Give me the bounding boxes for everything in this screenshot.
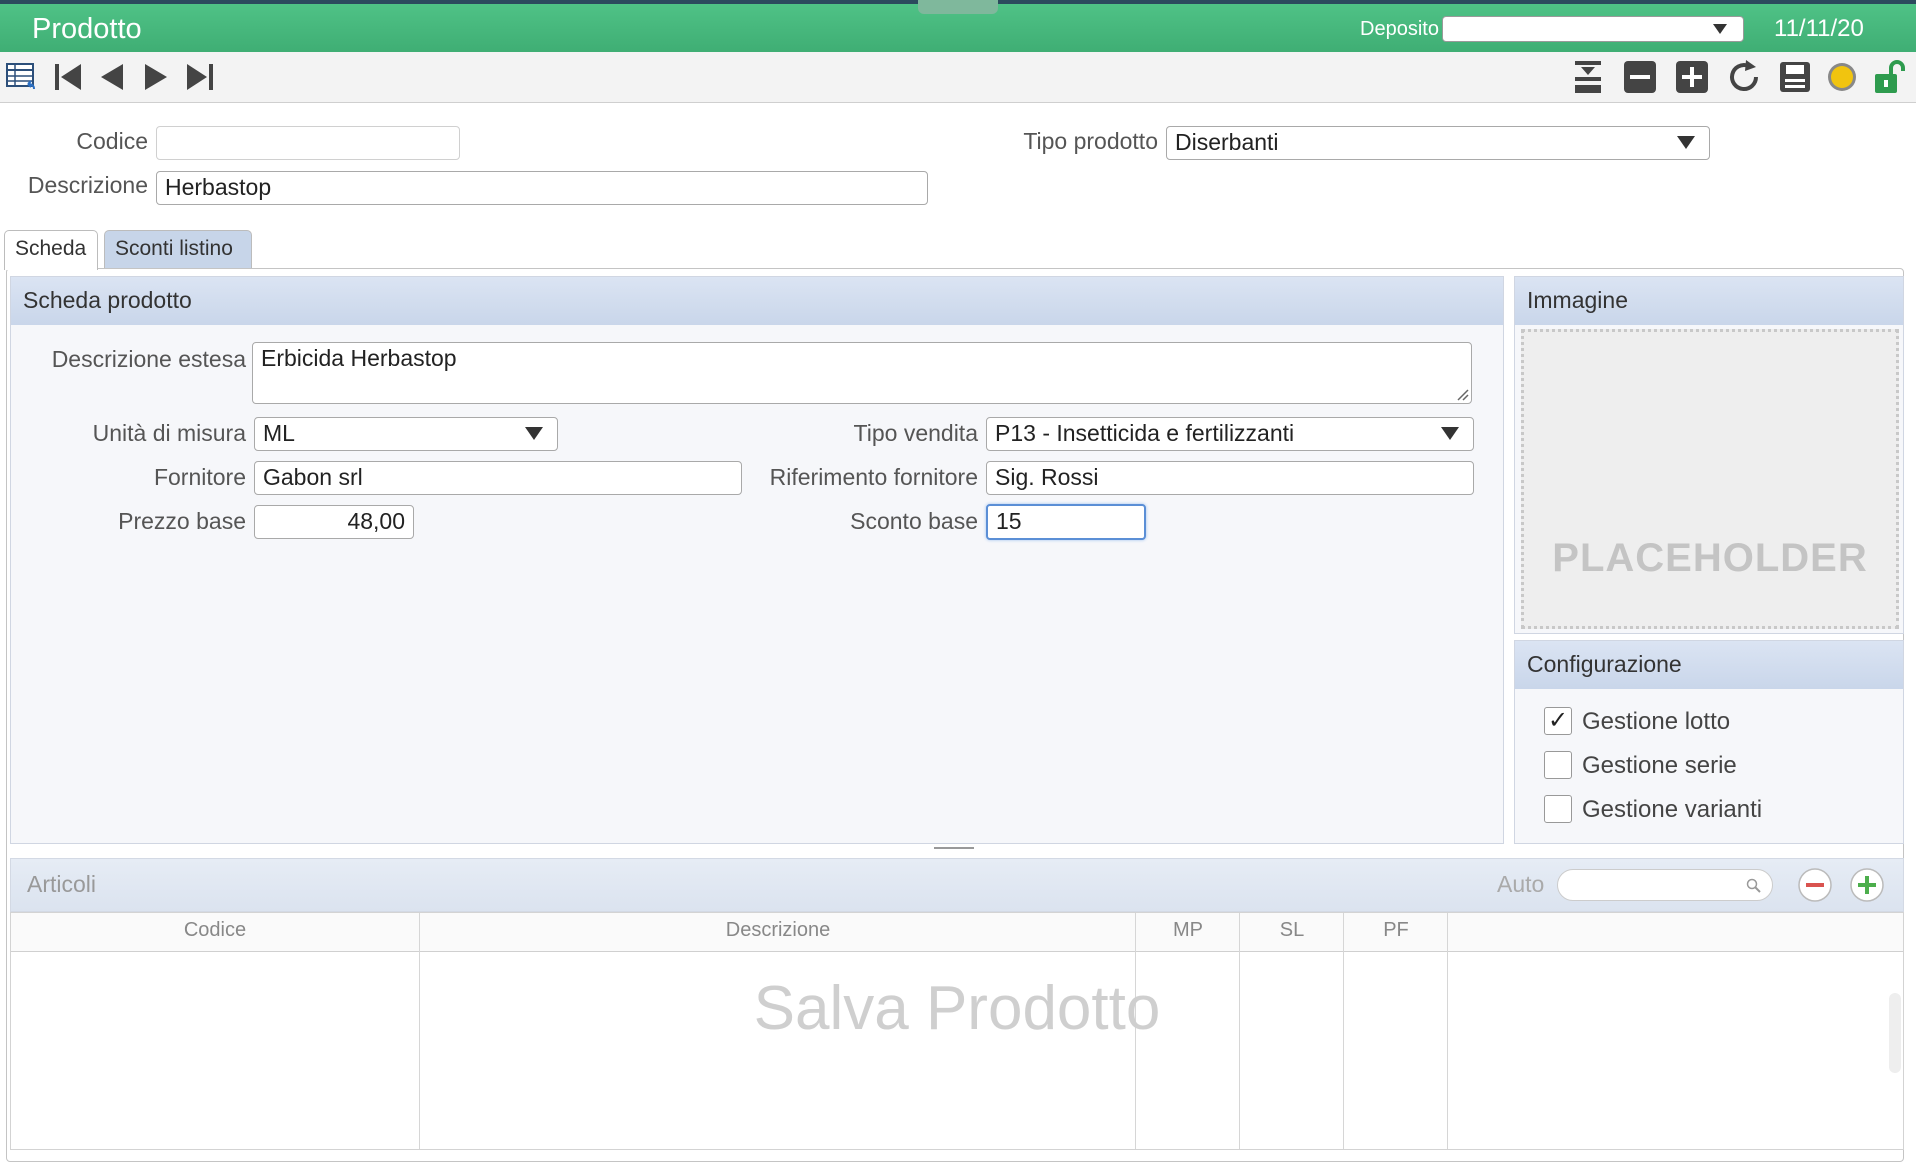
codice-input[interactable]	[156, 126, 460, 160]
gestione-varianti-label: Gestione varianti	[1582, 796, 1763, 823]
tab-sconti-listino[interactable]: Sconti listino	[104, 230, 252, 268]
chevron-down-icon	[525, 427, 543, 440]
import-icon[interactable]	[1568, 58, 1608, 96]
add-row-icon[interactable]	[1849, 867, 1885, 903]
descrizione-label: Descrizione	[27, 172, 148, 198]
search-icon	[1746, 878, 1761, 893]
resize-handle-icon[interactable]	[1455, 387, 1469, 401]
scheda-prodotto-title: Scheda prodotto	[11, 277, 1503, 325]
add-icon[interactable]	[1672, 58, 1712, 96]
descrizione-estesa-label: Descrizione estesa	[51, 346, 246, 372]
record-toolbar	[0, 52, 1916, 103]
immagine-panel: Immagine PLACEHOLDER	[1514, 276, 1904, 634]
drag-handle[interactable]	[918, 0, 998, 14]
column-sl[interactable]: SL	[1241, 919, 1343, 942]
gestione-lotto-checkbox[interactable]: ✓	[1544, 707, 1572, 735]
column-codice[interactable]: Codice	[11, 919, 419, 942]
page-title: Prodotto	[32, 13, 142, 45]
gestione-lotto-label: Gestione lotto	[1582, 708, 1731, 735]
fornitore-input[interactable]: Gabon srl	[254, 461, 742, 495]
tipo-prodotto-value: Diserbanti	[1175, 129, 1279, 155]
image-placeholder[interactable]: PLACEHOLDER	[1521, 329, 1899, 629]
unita-misura-label: Unità di misura	[92, 420, 246, 446]
deposito-label: Deposito	[1360, 18, 1439, 40]
tab-scheda[interactable]: Scheda	[4, 230, 98, 270]
configurazione-title: Configurazione	[1515, 641, 1903, 689]
codice-label: Codice	[76, 128, 148, 154]
tipo-vendita-select[interactable]: P13 - Insetticida e fertilizzanti	[986, 417, 1474, 451]
fornitore-label: Fornitore	[153, 464, 246, 490]
delete-icon[interactable]	[1620, 58, 1660, 96]
unita-misura-value: ML	[263, 420, 295, 446]
articoli-grid: Codice Descrizione MP SL PF Salva Prodot…	[10, 912, 1904, 1150]
grid-list-icon[interactable]	[2, 58, 42, 96]
riferimento-fornitore-label: Riferimento fornitore	[769, 464, 978, 490]
articoli-search-input[interactable]	[1557, 869, 1773, 901]
lock-open-icon[interactable]	[1868, 58, 1908, 96]
gestione-varianti-checkbox[interactable]	[1544, 795, 1572, 823]
descrizione-input[interactable]: Herbastop	[156, 171, 928, 205]
status-dot-icon	[1822, 58, 1862, 96]
riferimento-fornitore-input[interactable]: Sig. Rossi	[986, 461, 1474, 495]
tipo-vendita-label: Tipo vendita	[853, 420, 978, 446]
column-pf[interactable]: PF	[1345, 919, 1447, 942]
next-record-icon[interactable]	[136, 58, 176, 96]
column-descrizione[interactable]: Descrizione	[421, 919, 1135, 942]
remove-row-icon[interactable]	[1797, 867, 1833, 903]
first-record-icon[interactable]	[48, 58, 88, 96]
deposito-select[interactable]	[1442, 16, 1744, 42]
chevron-down-icon	[1677, 136, 1695, 149]
gestione-serie-checkbox[interactable]	[1544, 751, 1572, 779]
immagine-title: Immagine	[1515, 277, 1903, 325]
auto-label: Auto	[1497, 871, 1545, 897]
last-record-icon[interactable]	[180, 58, 220, 96]
tipo-vendita-value: P13 - Insetticida e fertilizzanti	[995, 420, 1295, 446]
tipo-prodotto-label: Tipo prodotto	[1023, 128, 1158, 154]
grid-scrollbar[interactable]	[1889, 993, 1901, 1073]
placeholder-text: PLACEHOLDER	[1552, 536, 1868, 580]
app-header: Prodotto Deposito 11/11/20	[0, 0, 1916, 52]
chevron-down-icon	[1713, 24, 1727, 34]
descrizione-estesa-value: Erbicida Herbastop	[261, 345, 457, 371]
articoli-title: Articoli	[27, 871, 97, 897]
refresh-icon[interactable]	[1724, 58, 1764, 96]
chevron-down-icon	[1441, 427, 1459, 440]
tipo-prodotto-select[interactable]: Diserbanti	[1166, 126, 1710, 160]
save-icon[interactable]	[1775, 58, 1815, 96]
articoli-header: Articoli Auto	[10, 858, 1904, 912]
sconto-base-input[interactable]: 15	[986, 504, 1146, 540]
unita-misura-select[interactable]: ML	[254, 417, 558, 451]
empty-grid-message: Salva Prodotto	[753, 974, 1161, 1043]
previous-record-icon[interactable]	[92, 58, 132, 96]
descrizione-estesa-textarea[interactable]: Erbicida Herbastop	[252, 342, 1472, 404]
column-mp[interactable]: MP	[1137, 919, 1239, 942]
prezzo-base-label: Prezzo base	[118, 508, 246, 534]
gestione-serie-label: Gestione serie	[1582, 752, 1737, 779]
sconto-base-label: Sconto base	[850, 508, 978, 534]
header-date: 11/11/20	[1774, 15, 1864, 42]
prezzo-base-input[interactable]: 48,00	[254, 505, 414, 539]
splitter-handle[interactable]	[934, 847, 974, 849]
